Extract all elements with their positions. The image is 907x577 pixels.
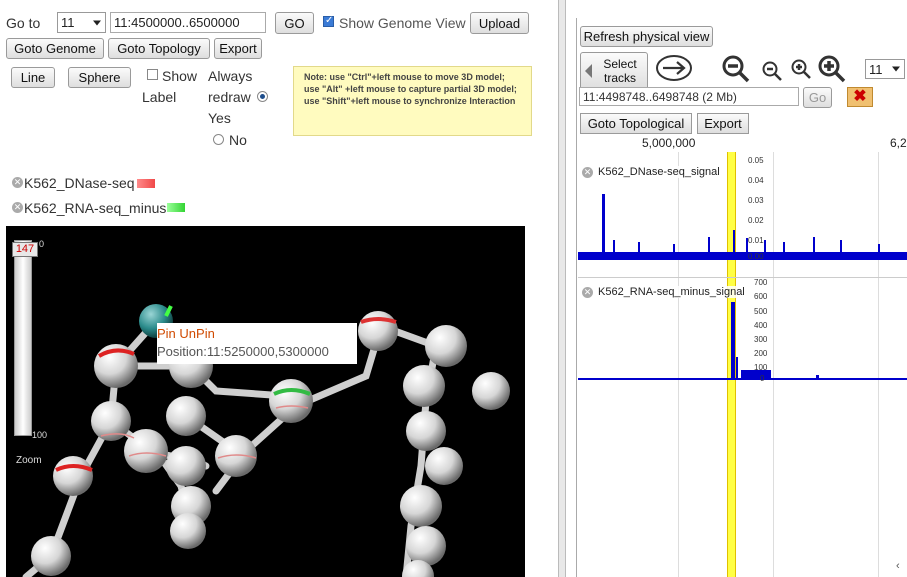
select-tracks-label: Select tracks xyxy=(603,57,637,85)
dnase-ytick: 0.00 xyxy=(748,252,764,261)
3d-model-canvas[interactable]: 147 0 100 Zoom Pin UnPin Position:11:525… xyxy=(6,226,525,577)
ruler-label-right: 6,2 xyxy=(890,136,907,150)
dnase-ytick: 0.01 xyxy=(748,236,764,245)
redraw-no-radio[interactable] xyxy=(213,134,224,145)
dnase-track-name: K562_DNase-seq_signal xyxy=(598,166,720,178)
right-chromosome-value: 11 xyxy=(869,61,883,77)
rna-ytick: 0 xyxy=(760,374,765,383)
dnase-signal xyxy=(578,194,907,260)
right-chromosome-select[interactable]: 11 xyxy=(865,59,905,79)
tracks-area[interactable]: ✕ K562_DNase-seq_signal ✕ K562_RNA-seq_m… xyxy=(578,152,907,577)
show-genome-view-checkbox[interactable] xyxy=(323,15,334,27)
tracks-plot xyxy=(578,194,907,380)
rna-ytick: 300 xyxy=(754,335,768,344)
remove-dnase-icon[interactable]: ✕ xyxy=(12,177,23,188)
next-arrow-icon[interactable] xyxy=(655,54,693,82)
rna-ytick: 500 xyxy=(754,307,768,316)
zoom-top-value: 147 xyxy=(15,243,35,255)
sphere-tooltip: Pin UnPin Position:11:5250000,5300000 xyxy=(157,323,357,364)
usage-note: Note: use "Ctrl"+left mouse to move 3D m… xyxy=(293,66,532,136)
clear-region-icon[interactable]: ✖ xyxy=(847,87,873,107)
dnase-ytick: 0.02 xyxy=(748,216,764,225)
tooltip-pin-unpin[interactable]: Pin UnPin xyxy=(157,325,357,343)
zoom-slider-handle[interactable]: 147 xyxy=(12,242,38,257)
region-input[interactable]: 11:4500000..6500000 xyxy=(110,12,266,33)
scroll-left-icon[interactable]: ‹ xyxy=(896,560,900,572)
always-redraw-label: Always xyxy=(208,68,253,84)
goto-label: Go to xyxy=(6,15,41,31)
rna-ytick: 700 xyxy=(754,278,768,287)
upload-button[interactable]: Upload xyxy=(470,12,529,34)
redraw-yes-label: Yes xyxy=(208,110,231,126)
rna-signal xyxy=(578,302,907,380)
genome-ruler xyxy=(578,135,907,153)
remove-rna-track-icon[interactable]: ✕ xyxy=(582,287,593,298)
3d-model-render xyxy=(22,304,510,577)
dnase-ytick: 0.05 xyxy=(748,156,764,165)
dnase-ytick: 0.03 xyxy=(748,196,764,205)
refresh-physical-view-button[interactable]: Refresh physical view xyxy=(580,26,713,47)
rna-ytick: 100 xyxy=(754,363,768,372)
legend-rna-label: K562_RNA-seq_minus xyxy=(24,200,167,216)
show-label-text: Show xyxy=(162,68,198,84)
zoom-slider[interactable] xyxy=(14,240,32,436)
sphere-button[interactable]: Sphere xyxy=(68,67,131,88)
zoom-top-zero: 0 xyxy=(39,239,45,249)
legend-dnase-swatch xyxy=(137,179,155,188)
zoom-label: Zoom xyxy=(16,455,42,466)
rna-ytick: 400 xyxy=(754,321,768,330)
zoom-out-large-icon[interactable] xyxy=(721,54,751,84)
export-button[interactable]: Export xyxy=(214,38,262,59)
zoom-bottom-value: 100 xyxy=(32,430,48,440)
always-redraw-label2: redraw xyxy=(208,89,251,105)
zoom-in-large-icon[interactable] xyxy=(817,54,847,84)
zoom-in-small-icon[interactable] xyxy=(790,58,812,80)
rna-ytick: 600 xyxy=(754,292,768,301)
legend-rna-swatch xyxy=(167,203,185,212)
zoom-out-small-icon[interactable] xyxy=(761,60,783,82)
panel-splitter[interactable] xyxy=(558,0,566,577)
ruler-label-left: 5,000,000 xyxy=(642,136,696,150)
remove-dnase-track-icon[interactable]: ✕ xyxy=(582,167,593,178)
chromosome-select[interactable]: 11 xyxy=(57,12,106,33)
chevron-down-icon xyxy=(892,66,900,72)
redraw-no-label: No xyxy=(229,132,247,148)
select-tracks-button[interactable]: Select tracks xyxy=(580,52,648,90)
tooltip-position: Position:11:5250000,5300000 xyxy=(157,344,329,359)
line-button[interactable]: Line xyxy=(11,67,55,88)
right-go-button[interactable]: Go xyxy=(803,87,832,108)
go-button[interactable]: GO xyxy=(275,12,314,34)
goto-topology-button[interactable]: Goto Topology xyxy=(108,38,210,59)
goto-topological-button[interactable]: Goto Topological xyxy=(580,113,692,134)
show-label-text2: Label xyxy=(142,89,177,105)
remove-rna-icon[interactable]: ✕ xyxy=(12,202,23,213)
right-region-input[interactable]: 11:4498748..6498748 (2 Mb) xyxy=(579,87,799,106)
chevron-down-icon xyxy=(93,20,101,25)
rna-ytick: 200 xyxy=(754,349,768,358)
right-export-button[interactable]: Export xyxy=(697,113,749,134)
dnase-ytick: 0.04 xyxy=(748,176,764,185)
chevron-left-icon xyxy=(585,64,592,78)
show-label-checkbox[interactable] xyxy=(147,69,158,80)
show-genome-view-label: Show Genome View xyxy=(339,15,466,31)
redraw-yes-radio[interactable] xyxy=(257,91,268,102)
legend-dnase-label: K562_DNase-seq xyxy=(24,175,135,191)
goto-genome-button[interactable]: Goto Genome xyxy=(6,38,104,59)
chromosome-select-value: 11 xyxy=(61,15,75,30)
rna-track-name: K562_RNA-seq_minus_signal xyxy=(598,286,745,298)
